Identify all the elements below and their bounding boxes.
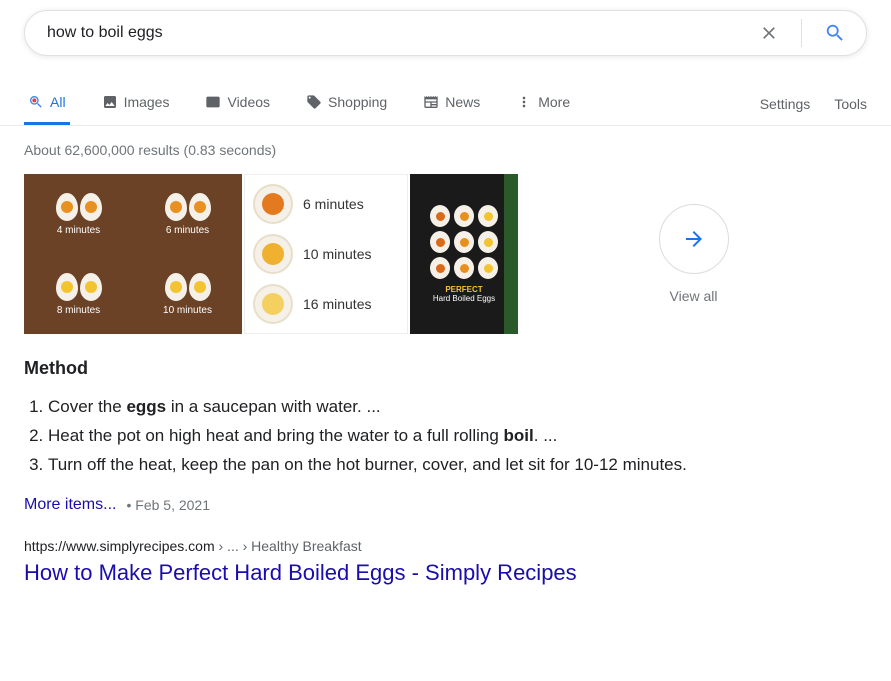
tab-all[interactable]: All bbox=[24, 80, 70, 125]
search-icon[interactable] bbox=[818, 16, 852, 50]
arrow-right-icon bbox=[682, 227, 706, 251]
search-small-icon bbox=[28, 94, 44, 110]
settings-link[interactable]: Settings bbox=[760, 82, 811, 124]
result-stats: About 62,600,000 results (0.83 seconds) bbox=[24, 142, 867, 158]
method-step: Turn off the heat, keep the pan on the h… bbox=[48, 451, 867, 480]
image-thumbnail[interactable]: 4 minutes 6 minutes 8 minutes 10 minutes bbox=[24, 174, 242, 334]
view-all-button[interactable] bbox=[659, 204, 729, 274]
tools-link[interactable]: Tools bbox=[834, 82, 867, 124]
egg-time-label: 10 minutes bbox=[163, 305, 212, 316]
videos-icon bbox=[205, 94, 221, 110]
tab-more[interactable]: More bbox=[512, 80, 574, 125]
tab-label: More bbox=[538, 94, 570, 110]
tab-news[interactable]: News bbox=[419, 80, 484, 125]
divider bbox=[801, 19, 802, 47]
tab-label: All bbox=[50, 94, 66, 110]
egg-time-label: 4 minutes bbox=[57, 225, 100, 236]
method-step: Cover the eggs in a saucepan with water.… bbox=[48, 393, 867, 422]
method-heading: Method bbox=[24, 358, 867, 379]
search-input[interactable] bbox=[39, 24, 753, 42]
shopping-icon bbox=[306, 94, 322, 110]
image-thumbnail[interactable]: 6 minutes 10 minutes 16 minutes bbox=[244, 174, 408, 334]
egg-time-label: 6 minutes bbox=[166, 225, 209, 236]
more-icon bbox=[516, 94, 532, 110]
time-label: 10 minutes bbox=[303, 246, 371, 262]
more-items-link[interactable]: More items... bbox=[24, 496, 116, 514]
news-icon bbox=[423, 94, 439, 110]
tab-label: Images bbox=[124, 94, 170, 110]
tab-label: Videos bbox=[227, 94, 270, 110]
method-step: Heat the pot on high heat and bring the … bbox=[48, 422, 867, 451]
view-all-label: View all bbox=[670, 288, 718, 304]
images-icon bbox=[102, 94, 118, 110]
egg-time-label: 8 minutes bbox=[57, 305, 100, 316]
tab-label: Shopping bbox=[328, 94, 387, 110]
tab-videos[interactable]: Videos bbox=[201, 80, 274, 125]
tab-shopping[interactable]: Shopping bbox=[302, 80, 391, 125]
tab-images[interactable]: Images bbox=[98, 80, 174, 125]
clear-icon[interactable] bbox=[753, 17, 785, 49]
thumb-caption: PERFECTHard Boiled Eggs bbox=[433, 285, 495, 303]
snippet-date: Feb 5, 2021 bbox=[126, 497, 210, 513]
search-bar bbox=[24, 10, 867, 56]
image-thumbnail[interactable]: PERFECTHard Boiled Eggs bbox=[410, 174, 518, 334]
time-label: 6 minutes bbox=[303, 196, 364, 212]
result-title-link[interactable]: How to Make Perfect Hard Boiled Eggs - S… bbox=[24, 560, 867, 586]
result-url: https://www.simplyrecipes.com › ... › He… bbox=[24, 538, 867, 554]
method-steps: Cover the eggs in a saucepan with water.… bbox=[24, 393, 867, 480]
tab-label: News bbox=[445, 94, 480, 110]
time-label: 16 minutes bbox=[303, 296, 371, 312]
image-results-row: 4 minutes 6 minutes 8 minutes 10 minutes… bbox=[24, 174, 867, 334]
